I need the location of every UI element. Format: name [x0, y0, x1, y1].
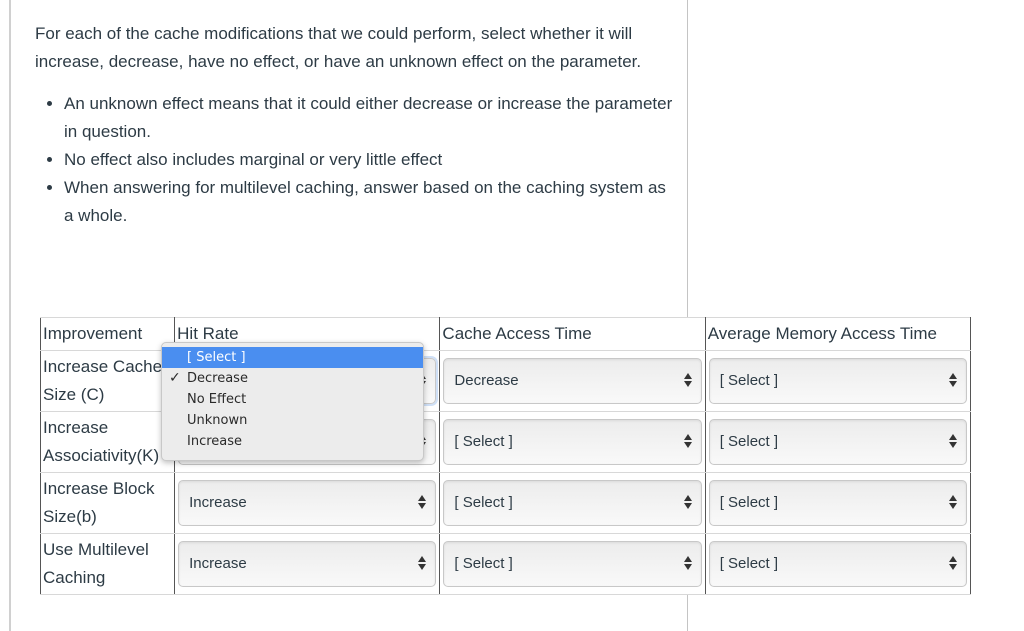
cache-access-time-select[interactable]: [ Select ]: [443, 419, 702, 465]
left-border-rule: [9, 0, 11, 631]
updown-arrows-icon: [949, 495, 957, 511]
updown-arrows-icon: [949, 373, 957, 389]
note-item: An unknown effect means that it could ei…: [64, 90, 675, 146]
updown-arrows-icon: [949, 434, 957, 450]
select-value: [ Select ]: [719, 494, 779, 511]
select-value: Increase: [189, 555, 247, 572]
select-value: Increase: [189, 494, 247, 511]
select-value: [ Select ]: [719, 555, 779, 572]
updown-arrows-icon: [683, 434, 692, 450]
updown-arrows-icon: [683, 373, 692, 389]
row-label: Use Multilevel Caching: [39, 533, 176, 595]
select-value: [ Select ]: [454, 494, 513, 511]
checkmark-icon: ✓: [169, 370, 181, 386]
header-improvement: Improvement: [39, 317, 176, 351]
amat-select[interactable]: [ Select ]: [708, 419, 967, 465]
cache-access-time-select[interactable]: [ Select ]: [443, 480, 702, 526]
row-label: Increase Associativity(K): [39, 411, 176, 473]
select-value: [ Select ]: [454, 433, 513, 450]
header-cache-access-time: Cache Access Time: [439, 317, 706, 351]
dropdown-option-decrease[interactable]: ✓ Decrease: [162, 368, 423, 389]
header-amat: Average Memory Access Time: [704, 317, 972, 351]
cache-access-time-select[interactable]: Decrease: [443, 358, 702, 404]
select-value: [ Select ]: [454, 555, 513, 572]
table-row: Increase Block Size(b) Increase [ Select…: [39, 472, 972, 534]
dropdown-option-unknown[interactable]: Unknown: [162, 410, 423, 431]
select-value: [ Select ]: [719, 433, 779, 450]
amat-select[interactable]: [ Select ]: [708, 358, 967, 404]
row-label: Increase Block Size(b): [39, 472, 176, 534]
notes-list: An unknown effect means that it could ei…: [35, 90, 675, 230]
updown-arrows-icon: [418, 495, 427, 511]
row-label: Increase Cache Size (C): [39, 350, 176, 412]
hit-rate-select[interactable]: Increase: [178, 541, 437, 587]
dropdown-option-increase[interactable]: Increase: [162, 431, 423, 452]
cache-access-time-select[interactable]: [ Select ]: [443, 541, 702, 587]
hit-rate-select[interactable]: Increase: [178, 480, 437, 526]
dropdown-option-no-effect[interactable]: No Effect: [162, 389, 423, 410]
select-value: Decrease: [454, 372, 519, 389]
note-item: No effect also includes marginal or very…: [64, 146, 675, 174]
amat-select[interactable]: [ Select ]: [708, 541, 967, 587]
amat-select[interactable]: [ Select ]: [708, 480, 967, 526]
select-value: [ Select ]: [719, 372, 779, 389]
note-item: When answering for multilevel caching, a…: [64, 174, 675, 230]
updown-arrows-icon: [418, 556, 427, 572]
updown-arrows-icon: [949, 556, 957, 572]
dropdown-option-select[interactable]: [ Select ]: [162, 347, 423, 368]
table-row: Use Multilevel Caching Increase [ Select…: [39, 533, 972, 595]
intro-paragraph: For each of the cache modifications that…: [35, 24, 642, 71]
updown-arrows-icon: [683, 556, 692, 572]
updown-arrows-icon: [683, 495, 692, 511]
question-text: For each of the cache modifications that…: [35, 20, 675, 230]
hit-rate-dropdown-menu: [ Select ] ✓ Decrease No Effect Unknown I…: [161, 342, 424, 461]
